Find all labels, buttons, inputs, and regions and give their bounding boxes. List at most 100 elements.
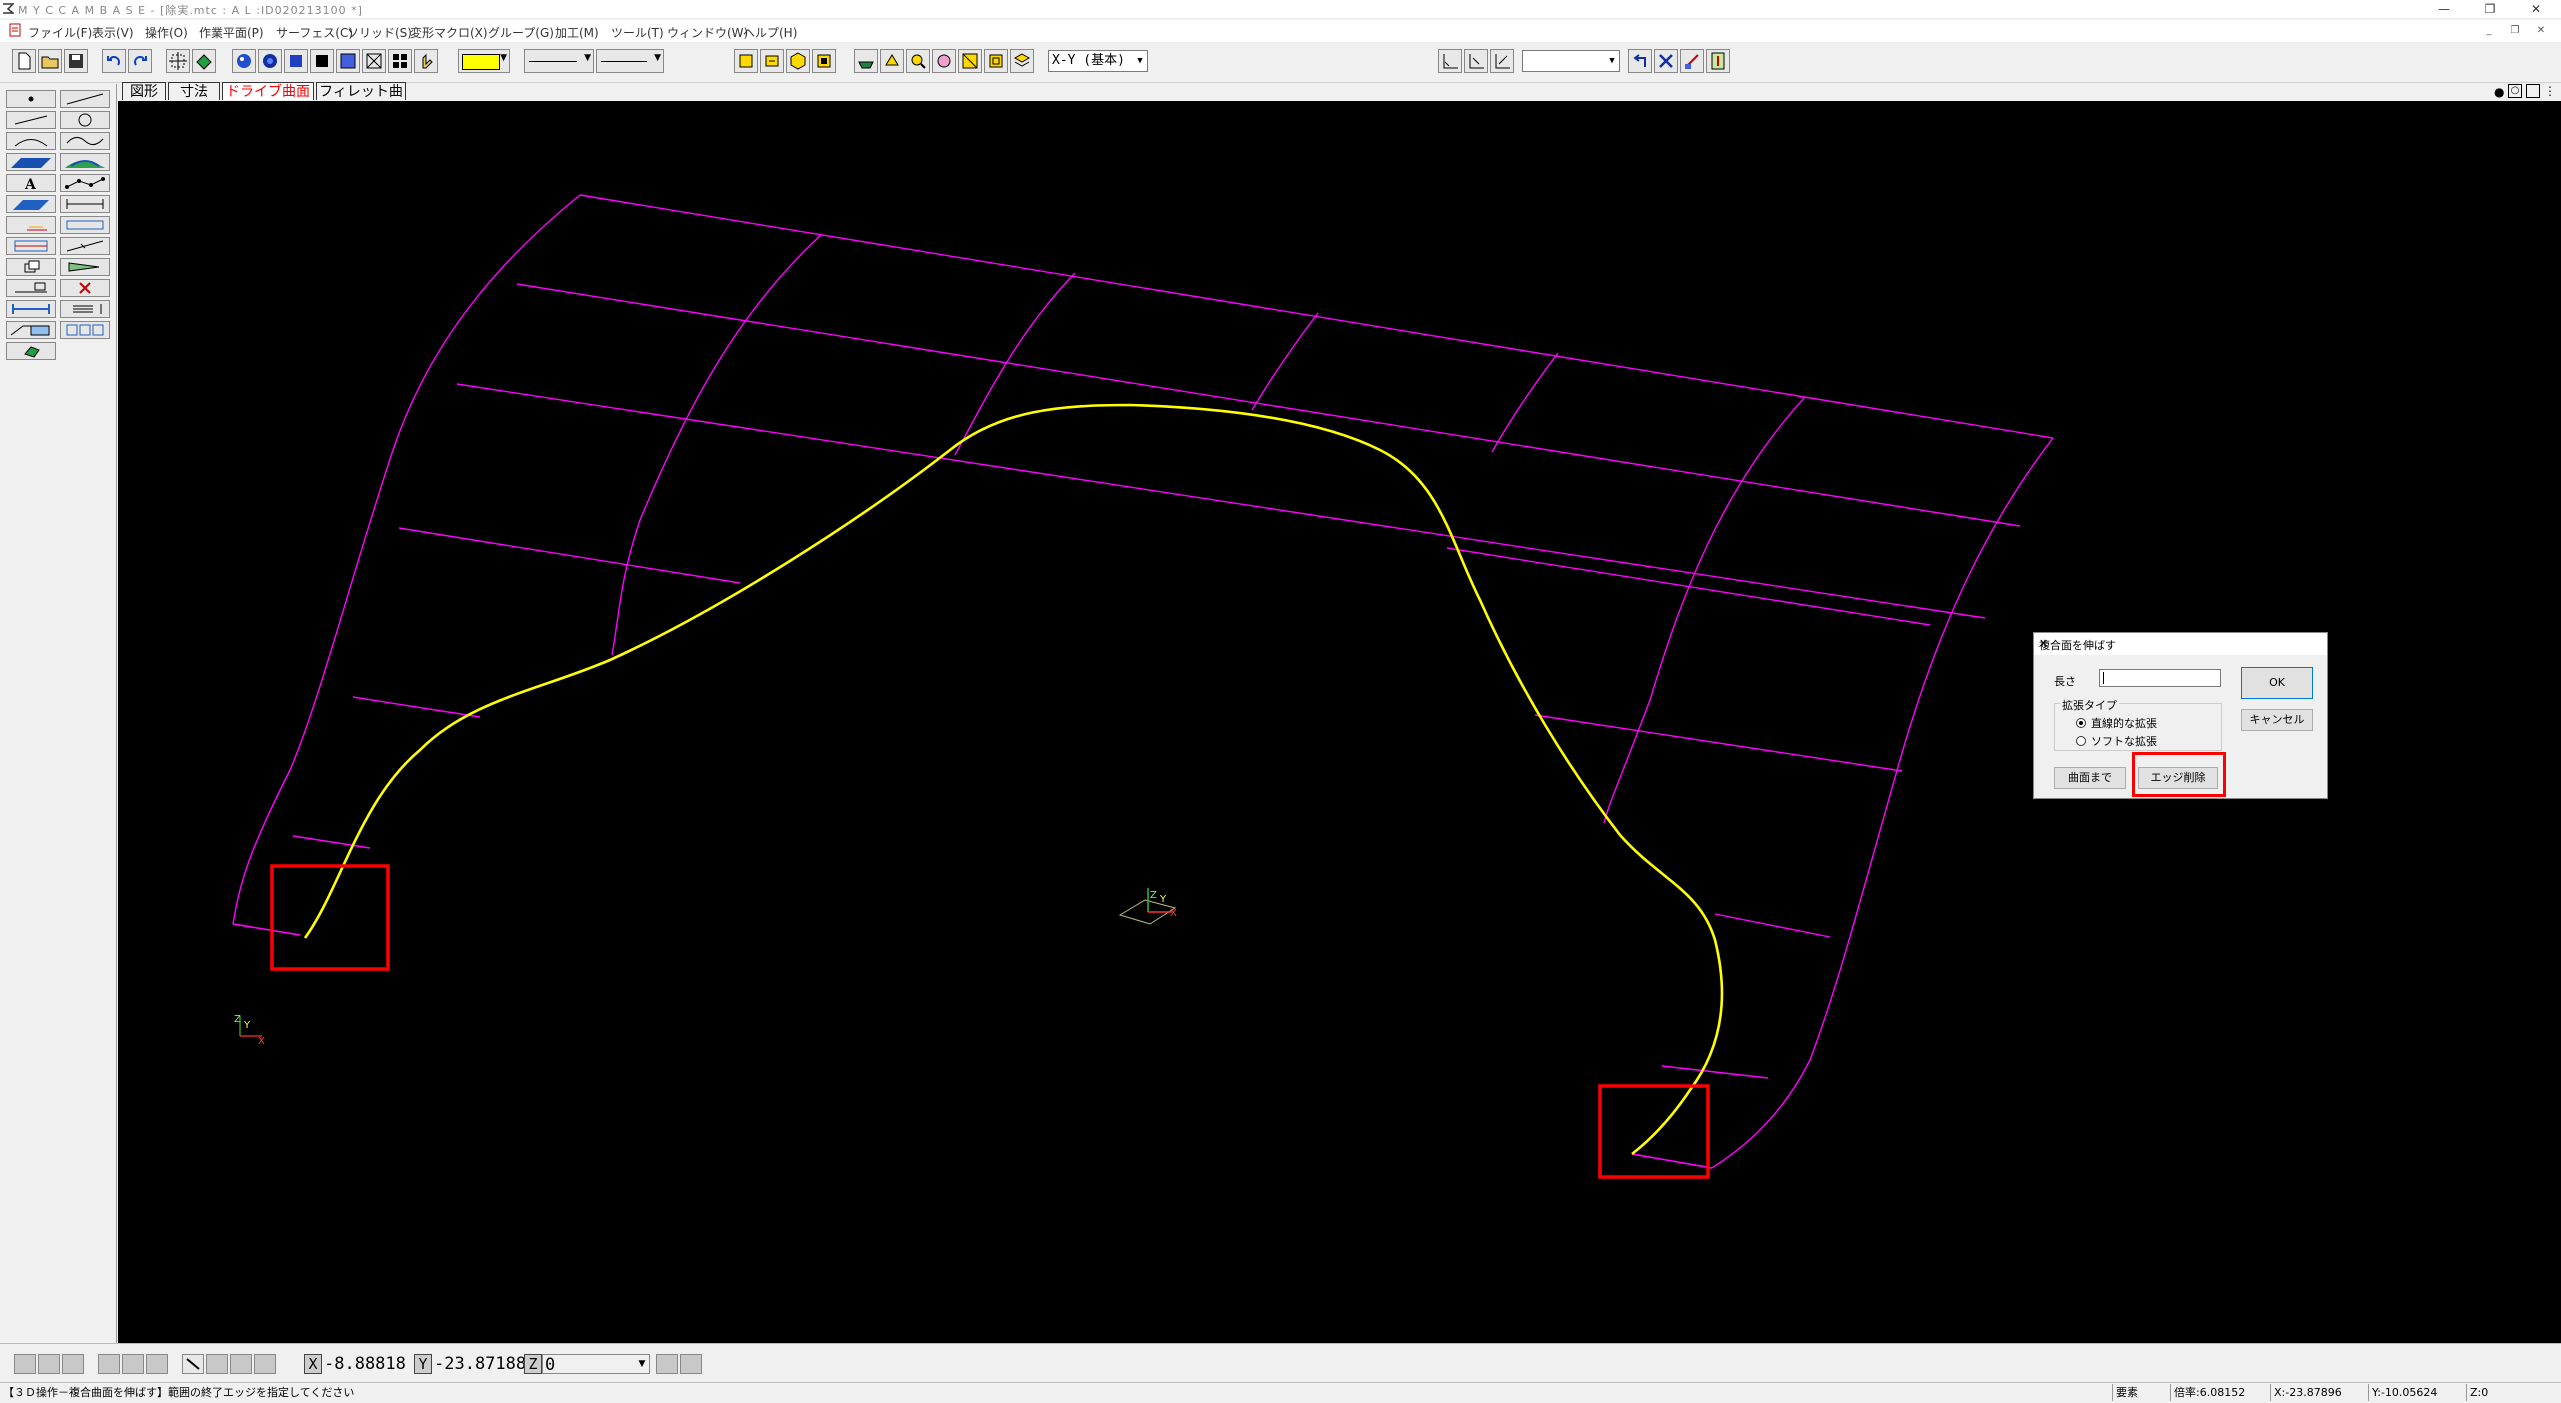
- offset-tool[interactable]: [6, 237, 56, 255]
- ruler-tool[interactable]: [60, 216, 110, 234]
- snap-mode-select[interactable]: ▼: [1522, 50, 1620, 72]
- menu-tools[interactable]: ツール(T): [611, 24, 664, 41]
- circle-tool[interactable]: [60, 111, 110, 129]
- filled-dot-icon[interactable]: ●: [2494, 85, 2504, 99]
- grid-button[interactable]: [388, 49, 412, 73]
- length-input[interactable]: [2099, 669, 2221, 687]
- surface-tool[interactable]: [6, 153, 56, 171]
- mdi-close-button[interactable]: ✕: [2532, 24, 2550, 38]
- close-window-button[interactable]: ✕: [2516, 0, 2556, 18]
- menu-operation[interactable]: 操作(O): [145, 24, 188, 41]
- scale-tool[interactable]: [6, 321, 56, 339]
- menu-transform-macro[interactable]: 変形マクロ(X): [410, 24, 488, 41]
- circle-icon[interactable]: ○: [2508, 84, 2522, 98]
- view-front-button[interactable]: [734, 49, 758, 73]
- line-width-select[interactable]: ▼: [596, 49, 664, 73]
- node-tool[interactable]: [60, 174, 110, 192]
- copy-tool[interactable]: [6, 258, 56, 276]
- snap-button-10[interactable]: [254, 1354, 276, 1374]
- window-zoom-button[interactable]: [984, 49, 1008, 73]
- mdi-restore-button[interactable]: ❐: [2506, 24, 2524, 38]
- rotate-button[interactable]: [854, 49, 878, 73]
- plane-tool[interactable]: [6, 195, 56, 213]
- solid-view-button[interactable]: [284, 49, 308, 73]
- cancel-button[interactable]: キャンセル: [2241, 709, 2313, 731]
- restore-button[interactable]: ❐: [2470, 0, 2510, 18]
- view-side-button[interactable]: [812, 49, 836, 73]
- snap-x-button[interactable]: [1438, 49, 1462, 73]
- property-button[interactable]: [414, 49, 438, 73]
- plane-select[interactable]: X-Y (基本) ▼: [1048, 50, 1148, 72]
- minimize-button[interactable]: —: [2424, 0, 2464, 18]
- drive-surface-tool[interactable]: [60, 153, 110, 171]
- mirror-tool[interactable]: [6, 279, 56, 297]
- fit-button[interactable]: [958, 49, 982, 73]
- menu-machining[interactable]: 加工(M): [555, 24, 599, 41]
- menu-help[interactable]: ヘルプ(H): [743, 24, 797, 41]
- text-tool[interactable]: A: [6, 174, 56, 192]
- trim-tool[interactable]: [60, 237, 110, 255]
- close-icon[interactable]: ✕: [2039, 637, 2319, 650]
- point-tool[interactable]: [6, 90, 56, 108]
- info-button[interactable]: [1706, 49, 1730, 73]
- select-all-button[interactable]: [166, 49, 190, 73]
- previous-view-button[interactable]: [1010, 49, 1034, 73]
- render-button[interactable]: [258, 49, 282, 73]
- layer-button[interactable]: [192, 49, 216, 73]
- apply-coord-button[interactable]: [656, 1354, 678, 1374]
- line-type-select[interactable]: ▼: [524, 49, 594, 73]
- cancel-operation-button[interactable]: [1654, 49, 1678, 73]
- clear-coord-button[interactable]: [680, 1354, 702, 1374]
- delete-tool[interactable]: [60, 279, 110, 297]
- redo-button[interactable]: [128, 49, 152, 73]
- dimension-tool[interactable]: [60, 195, 110, 213]
- undo-button[interactable]: [102, 49, 126, 73]
- pattern-tool[interactable]: [60, 321, 110, 339]
- snap-button-5[interactable]: [122, 1354, 144, 1374]
- z-coord-field[interactable]: 0 ▼: [542, 1354, 650, 1375]
- arc-tool[interactable]: [6, 132, 56, 150]
- snap-button-3[interactable]: [62, 1354, 84, 1374]
- x-coord-value[interactable]: -8.88818: [324, 1354, 406, 1374]
- radio-linear-extend[interactable]: 直線的な拡張: [2076, 715, 2157, 731]
- to-surface-button[interactable]: 曲面まで: [2054, 767, 2126, 789]
- measure-button[interactable]: [1680, 49, 1704, 73]
- vertical-dots-icon[interactable]: ⋮: [2544, 84, 2556, 98]
- mdi-minimize-button[interactable]: _: [2480, 24, 2498, 38]
- hidden-line-button[interactable]: [310, 49, 334, 73]
- color-select[interactable]: ▼: [458, 49, 510, 73]
- snap-line-button[interactable]: [182, 1354, 204, 1374]
- line2-tool[interactable]: [6, 111, 56, 129]
- snap-button-6[interactable]: [146, 1354, 168, 1374]
- menu-file[interactable]: ファイル(F): [28, 24, 92, 41]
- array-tool[interactable]: [60, 300, 110, 318]
- view-iso-button[interactable]: [786, 49, 810, 73]
- tab-figure[interactable]: 図形: [122, 82, 166, 100]
- ok-button[interactable]: OK: [2241, 667, 2313, 699]
- extend-tool[interactable]: [6, 300, 56, 318]
- snap-button-1[interactable]: [14, 1354, 36, 1374]
- frame-button[interactable]: [336, 49, 360, 73]
- y-coord-value[interactable]: -23.87188: [434, 1354, 526, 1374]
- shade-button[interactable]: [232, 49, 256, 73]
- hatch-tool[interactable]: [6, 216, 56, 234]
- solid-tool[interactable]: [6, 342, 56, 360]
- zoom-button[interactable]: [906, 49, 930, 73]
- menu-solid[interactable]: ソリッド(S): [347, 24, 412, 41]
- tab-drive-surface[interactable]: ドライブ曲面: [222, 82, 314, 100]
- sphere-view-button[interactable]: [932, 49, 956, 73]
- new-file-button[interactable]: [12, 49, 36, 73]
- menu-window[interactable]: ウィンドウ(W): [667, 24, 748, 41]
- wire-delete-button[interactable]: [362, 49, 386, 73]
- tab-dimension[interactable]: 寸法: [168, 82, 220, 100]
- snap-y-button[interactable]: [1464, 49, 1488, 73]
- move-tool[interactable]: [60, 258, 110, 276]
- line-tool[interactable]: [60, 90, 110, 108]
- spline-tool[interactable]: [60, 132, 110, 150]
- menu-view[interactable]: 表示(V): [92, 24, 134, 41]
- tab-fillet-surface[interactable]: フィレット曲面: [316, 82, 406, 118]
- snap-button-2[interactable]: [38, 1354, 60, 1374]
- redo-operation-button[interactable]: [1628, 49, 1652, 73]
- radio-soft-extend[interactable]: ソフトな拡張: [2076, 733, 2157, 749]
- snap-button-4[interactable]: [98, 1354, 120, 1374]
